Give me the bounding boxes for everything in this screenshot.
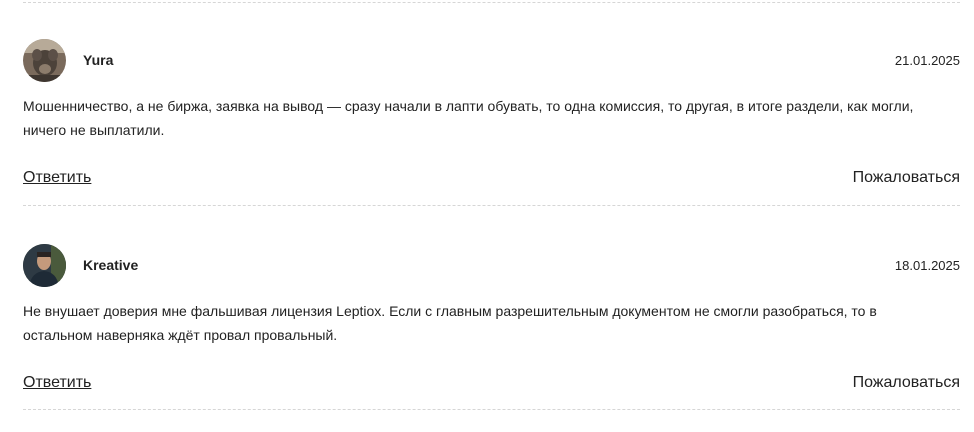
comment-divider	[23, 205, 960, 206]
comment-divider	[23, 2, 960, 3]
user-photo-icon	[23, 39, 66, 82]
comment-date: 18.01.2025	[894, 258, 960, 273]
avatar[interactable]	[23, 244, 66, 287]
comment-date: 21.01.2025	[894, 53, 960, 68]
avatar[interactable]	[23, 39, 66, 82]
comment-author: Kreative	[83, 257, 139, 273]
comment-divider	[23, 409, 960, 410]
comment-actions: Ответить Пожаловаться	[23, 169, 960, 191]
comment-item: Kreative 18.01.2025 Не внушает доверия м…	[23, 244, 960, 391]
comment-actions: Ответить Пожаловаться	[23, 374, 960, 396]
comment-item: Yura 21.01.2025 Мошенничество, а не бирж…	[23, 39, 960, 186]
report-button[interactable]: Пожаловаться	[853, 169, 960, 187]
comment-header: Kreative 18.01.2025	[23, 244, 960, 288]
comment-text: Не внушает доверия мне фальшивая лицензи…	[23, 303, 877, 343]
reply-button[interactable]: Ответить	[23, 169, 91, 187]
reply-button[interactable]: Ответить	[23, 374, 91, 392]
comment-author: Yura	[83, 52, 114, 68]
comment-text: Мошенничество, а не биржа, заявка на выв…	[23, 98, 914, 138]
report-button[interactable]: Пожаловаться	[853, 374, 960, 392]
comment-header: Yura 21.01.2025	[23, 39, 960, 83]
user-photo-icon	[23, 244, 66, 287]
